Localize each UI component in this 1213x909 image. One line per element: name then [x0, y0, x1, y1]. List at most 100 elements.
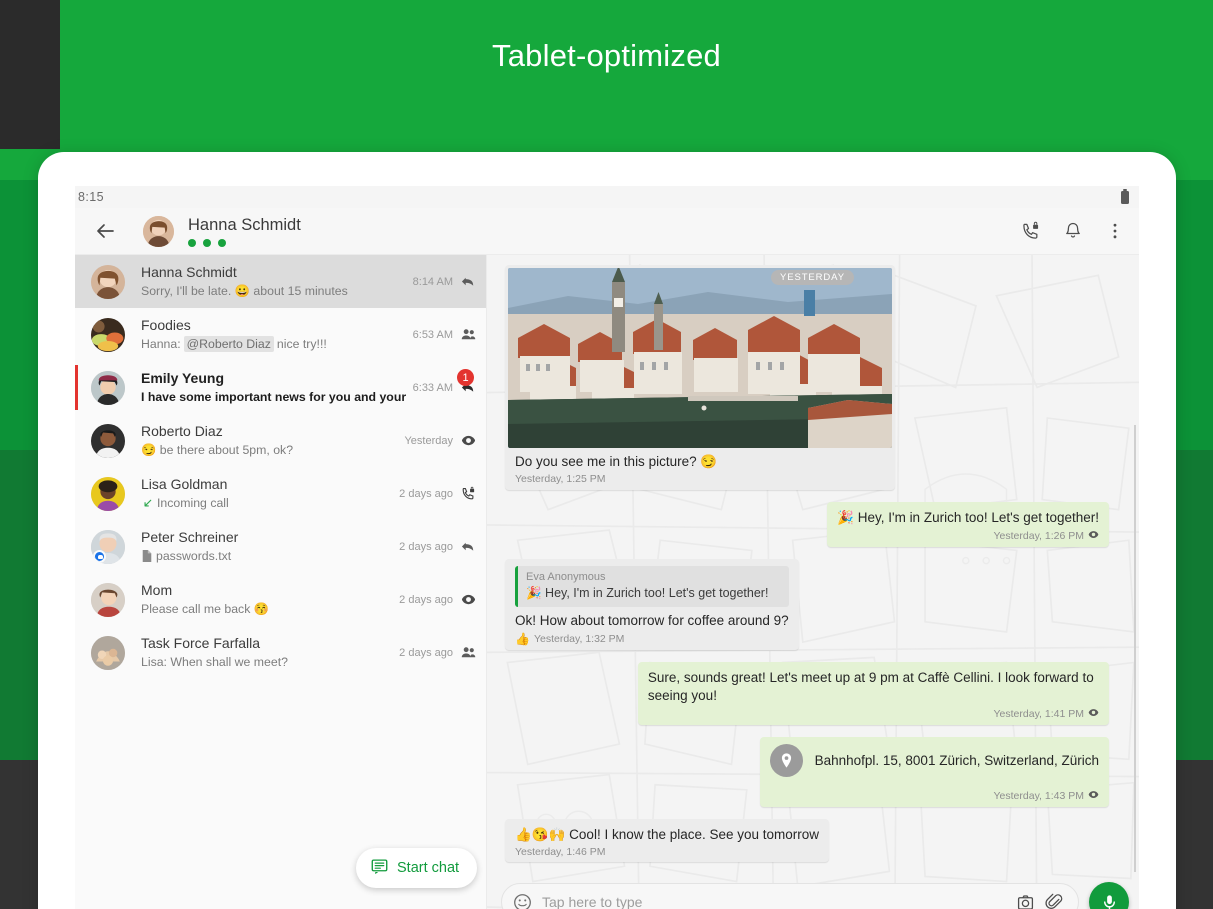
list-item-text: Mom Please call me back 😚 [141, 582, 393, 617]
contact-name: Task Force Farfalla [141, 635, 393, 652]
page-title: Tablet-optimized [0, 38, 1213, 74]
attachment-clip-icon[interactable] [1045, 893, 1064, 909]
contact-name: Mom [141, 582, 393, 599]
tablet-frame: 8:15 Hann [38, 152, 1176, 909]
reaction-thumbsup-icon[interactable]: 👍 [515, 632, 530, 646]
avatar [91, 583, 125, 617]
timestamp: 2 days ago [399, 647, 453, 659]
emoji-smiley-icon[interactable] [513, 893, 532, 909]
list-item[interactable]: Lisa Goldman Incoming call 2 days ago [75, 467, 486, 520]
app-bar: Hanna Schmidt [75, 208, 1139, 255]
message-input-wrapper[interactable]: Tap here to type [501, 883, 1079, 909]
message-text: 👍😘🙌 Cool! I know the place. See you tomo… [515, 826, 819, 844]
start-chat-button[interactable]: Start chat [356, 848, 477, 888]
message-preview: 😏 be there about 5pm, ok? [141, 442, 398, 458]
message-bubble-image[interactable]: Do you see me in this picture? 😏 Yesterd… [505, 265, 895, 490]
message-text: Do you see me in this picture? 😏 [515, 453, 885, 471]
conversation-scrollbar[interactable] [1134, 425, 1136, 872]
timestamp: Yesterday [404, 435, 453, 447]
list-item[interactable]: Foodies Hanna: @Roberto Diaz nice try!!!… [75, 308, 486, 361]
message-preview: Hanna: @Roberto Diaz nice try!!! [141, 336, 407, 352]
seen-eye-icon [1088, 529, 1099, 543]
list-item[interactable]: Mom Please call me back 😚 2 days ago [75, 573, 486, 626]
mention-chip: @Roberto Diaz [184, 336, 274, 352]
contact-name: Hanna Schmidt [141, 264, 407, 281]
split-layout: Hanna Schmidt Sorry, I'll be late. 😀 abo… [75, 255, 1139, 909]
app-bar-actions [1021, 221, 1125, 241]
message-bubble-outgoing[interactable]: Sure, sounds great! Let's meet up at 9 p… [638, 662, 1109, 725]
quoted-message: Eva Anonymous 🎉 Hey, I'm in Zurich too! … [515, 566, 789, 607]
location-row: Bahnhofpl. 15, 8001 Zürich, Switzerland,… [770, 744, 1099, 777]
message-bubble-location[interactable]: Bahnhofpl. 15, 8001 Zürich, Switzerland,… [760, 737, 1109, 807]
timestamp: 2 days ago [399, 488, 453, 500]
chat-list[interactable]: Hanna Schmidt Sorry, I'll be late. 😀 abo… [75, 255, 487, 909]
contact-name: Foodies [141, 317, 407, 334]
account-badge-icon [93, 550, 106, 563]
app-bar-title-block: Hanna Schmidt [188, 216, 301, 247]
overflow-menu-icon[interactable] [1105, 221, 1125, 241]
timestamp: Yesterday, 1:46 PM [515, 846, 605, 858]
microphone-button[interactable] [1089, 882, 1129, 909]
background-band-dark-left [0, 0, 60, 149]
secure-call-icon [461, 486, 476, 501]
search-input-placeholder[interactable]: Tap here to type [542, 894, 1006, 909]
page-root: Tablet-optimized 8:15 [0, 0, 1213, 909]
message-text: 🎉 Hey, I'm in Zurich too! Let's get toge… [837, 509, 1099, 527]
quote-text: 🎉 Hey, I'm in Zurich too! Let's get toge… [526, 585, 781, 602]
list-item-text: Task Force Farfalla Lisa: When shall we … [141, 635, 393, 670]
list-item-text: Emily Yeung I have some important news f… [141, 370, 407, 405]
message-meta: Yesterday, 1:43 PM [770, 789, 1099, 803]
list-item-meta: 2 days ago [399, 592, 476, 607]
message-preview: Sorry, I'll be late. 😀 about 15 minutes [141, 283, 407, 299]
message-text: Bahnhofpl. 15, 8001 Zürich, Switzerland,… [815, 752, 1099, 770]
list-item-meta: 2 days ago [399, 539, 476, 554]
list-item-meta: 2 days ago [399, 486, 476, 501]
message-bubble-quoted[interactable]: Eva Anonymous 🎉 Hey, I'm in Zurich too! … [505, 559, 799, 650]
seen-eye-icon [1088, 789, 1099, 803]
seen-eye-icon [1088, 707, 1099, 721]
preview-prefix: Hanna: [141, 336, 181, 352]
photo-attachment[interactable] [508, 268, 892, 448]
avatar [91, 265, 125, 299]
message-meta: Yesterday, 1:41 PM [648, 707, 1099, 721]
message-text: Ok! How about tomorrow for coffee around… [515, 612, 789, 630]
timestamp: 2 days ago [399, 541, 453, 553]
preview-text: Incoming call [157, 495, 229, 511]
unread-indicator-bar [75, 365, 78, 410]
list-item[interactable]: Emily Yeung I have some important news f… [75, 361, 486, 414]
secure-call-icon[interactable] [1021, 221, 1041, 241]
message-preview: Please call me back 😚 [141, 601, 393, 617]
list-item[interactable]: Task Force Farfalla Lisa: When shall we … [75, 626, 486, 679]
notification-bell-icon[interactable] [1063, 221, 1083, 241]
reply-arrow-icon [461, 274, 476, 289]
avatar [91, 530, 125, 564]
message-meta: 👍 Yesterday, 1:32 PM [515, 632, 789, 646]
list-item-text: Foodies Hanna: @Roberto Diaz nice try!!! [141, 317, 407, 352]
message-meta: Yesterday, 1:26 PM [837, 529, 1099, 543]
list-item[interactable]: Peter Schreiner passwords.txt 2 days ago [75, 520, 486, 573]
seen-eye-icon [461, 592, 476, 607]
message-list[interactable]: YESTERDAY [487, 255, 1139, 872]
list-item[interactable]: Roberto Diaz 😏 be there about 5pm, ok? Y… [75, 414, 486, 467]
reply-arrow-icon [461, 539, 476, 554]
status-bar: 8:15 [75, 186, 1139, 208]
camera-icon[interactable] [1016, 893, 1035, 909]
contact-name: Roberto Diaz [141, 423, 398, 440]
image-caption-block: Do you see me in this picture? 😏 Yesterd… [508, 448, 892, 487]
status-icons [1121, 191, 1129, 204]
message-text: Sure, sounds great! Let's meet up at 9 p… [648, 669, 1099, 705]
message-bubble-incoming[interactable]: 👍😘🙌 Cool! I know the place. See you tomo… [505, 819, 829, 862]
list-item-meta: 2 days ago [399, 645, 476, 660]
start-chat-label: Start chat [397, 860, 459, 876]
contact-name: Peter Schreiner [141, 529, 393, 546]
list-item[interactable]: Hanna Schmidt Sorry, I'll be late. 😀 abo… [75, 255, 486, 308]
message-bubble-outgoing[interactable]: 🎉 Hey, I'm in Zurich too! Let's get toge… [827, 502, 1109, 547]
incoming-call-arrow-icon [141, 497, 154, 510]
avatar[interactable] [143, 216, 174, 247]
timestamp: 6:33 AM [413, 382, 453, 394]
page-title-contact: Hanna Schmidt [188, 216, 301, 235]
back-arrow-icon[interactable] [93, 219, 117, 243]
chat-compose-icon [371, 858, 388, 879]
battery-icon [1121, 191, 1129, 204]
message-preview: passwords.txt [141, 548, 393, 564]
